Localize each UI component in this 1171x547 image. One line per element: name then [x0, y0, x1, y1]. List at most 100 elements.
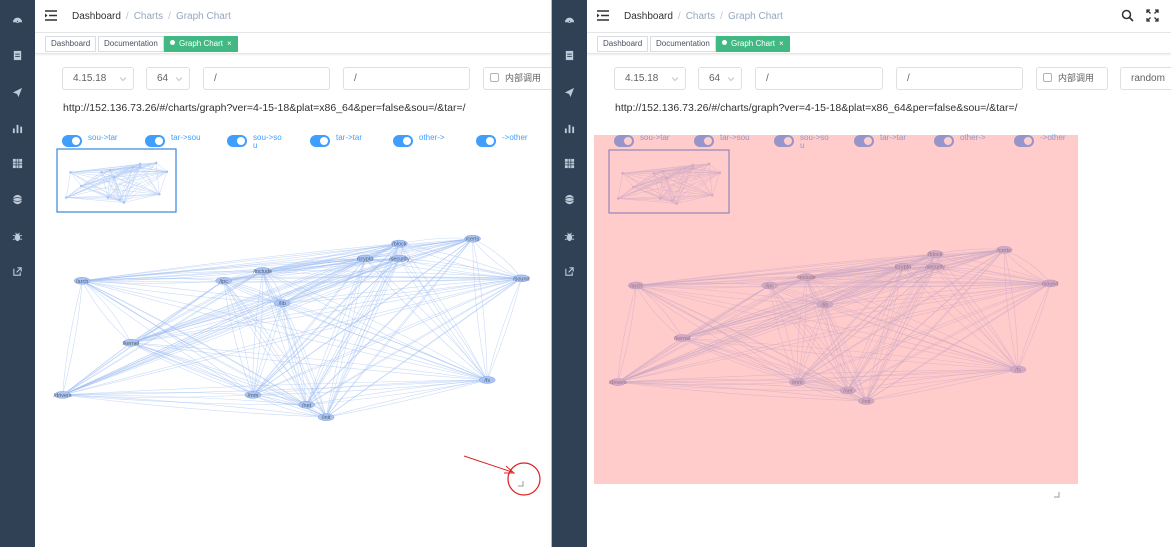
graph-minimap[interactable]	[56, 148, 177, 213]
toggle-label: ->other	[502, 133, 528, 142]
source-input[interactable]: /	[203, 67, 330, 90]
tag-graph-chart[interactable]: Graph Chart ×	[716, 36, 790, 52]
tag-close-icon[interactable]: ×	[779, 39, 784, 48]
fullscreen-icon[interactable]	[1146, 9, 1159, 22]
graph-node[interactable]: /certs	[464, 234, 481, 243]
navbar: Dashboard / Charts / Graph Chart	[587, 0, 1171, 33]
tag-graph-chart[interactable]: Graph Chart ×	[164, 36, 238, 52]
graph-node[interactable]: /sound	[513, 274, 530, 283]
tags-view: Dashboard Documentation Graph Chart ×	[587, 33, 1171, 54]
internal-call-checkbox[interactable]: 内部调用	[1036, 67, 1108, 90]
navbar: Dashboard / Charts / Graph Chart	[35, 0, 551, 33]
platform-value: 64	[157, 73, 169, 84]
chart-icon[interactable]	[563, 122, 575, 134]
resize-handle-icon[interactable]	[1054, 487, 1060, 498]
graph-node[interactable]: /kernel	[123, 339, 140, 347]
graph-edge	[486, 278, 522, 381]
target-input[interactable]: /	[343, 67, 470, 90]
table-icon[interactable]	[563, 157, 575, 169]
tag-documentation[interactable]: Documentation	[98, 36, 164, 52]
guide-icon[interactable]	[563, 86, 575, 98]
graph-node-label: /kernel	[123, 341, 140, 347]
version-value: 4.15.18	[73, 73, 107, 84]
tag-dashboard[interactable]: Dashboard	[45, 36, 97, 52]
breadcrumb-graph-chart: Graph Chart	[727, 11, 783, 22]
tag-label: Graph Chart	[179, 39, 224, 48]
graph-canvas[interactable]: /arch/ipc/include/lib/block/crypto/secur…	[40, 146, 548, 446]
graph-node-label: /mm	[248, 393, 259, 399]
network-icon[interactable]	[11, 193, 23, 205]
bug-icon[interactable]	[563, 230, 575, 242]
breadcrumb: Dashboard / Charts / Graph Chart	[72, 11, 231, 22]
chevron-down-icon	[175, 77, 183, 82]
graph-node-label: /lib	[279, 301, 286, 307]
breadcrumb-dashboard[interactable]: Dashboard	[624, 11, 673, 22]
checkbox-box[interactable]	[490, 73, 499, 82]
breadcrumb-graph-chart: Graph Chart	[175, 11, 231, 22]
dashboard-icon[interactable]	[563, 13, 575, 25]
nav-tools	[1121, 9, 1159, 22]
graph-node[interactable]: /include	[253, 267, 272, 275]
random-button[interactable]: random	[1120, 67, 1171, 90]
minimap-node	[108, 168, 112, 172]
source-input[interactable]: /	[755, 67, 883, 90]
tag-close-icon[interactable]: ×	[227, 39, 232, 48]
graph-node[interactable]: /security	[389, 254, 410, 263]
external-link-icon[interactable]	[563, 265, 575, 277]
breadcrumb-dashboard[interactable]: Dashboard	[72, 11, 121, 22]
guide-icon[interactable]	[11, 86, 23, 98]
platform-select[interactable]: 64	[698, 67, 742, 90]
external-link-icon[interactable]	[11, 265, 23, 277]
graph-node-label: /arch	[76, 279, 88, 285]
graph-node-label: /init	[322, 415, 331, 421]
breadcrumb-charts[interactable]: Charts	[686, 11, 715, 22]
minimap-frame[interactable]	[56, 148, 177, 213]
sidebar	[0, 0, 35, 547]
hamburger-icon[interactable]	[597, 10, 609, 21]
graph-node[interactable]: /crypto	[357, 254, 374, 263]
version-select[interactable]: 4.15.18	[614, 67, 686, 90]
minimap-edge	[155, 162, 160, 195]
graph-node[interactable]: /arch	[73, 277, 91, 285]
internal-call-checkbox[interactable]: 内部调用	[483, 67, 551, 90]
minimap-edge	[159, 171, 167, 195]
breadcrumb-charts[interactable]: Charts	[134, 11, 163, 22]
target-input[interactable]: /	[896, 67, 1023, 90]
graph-node[interactable]: /fs	[478, 376, 496, 385]
search-icon[interactable]	[1121, 9, 1134, 22]
hamburger-icon[interactable]	[45, 10, 57, 21]
graph-node[interactable]: /lib	[273, 299, 291, 308]
graph-node[interactable]: /ipc	[215, 277, 232, 285]
tag-label: Documentation	[104, 39, 158, 48]
annotation-circle	[507, 462, 541, 496]
graph-node[interactable]: /net	[298, 401, 315, 409]
tag-dashboard[interactable]: Dashboard	[597, 36, 649, 52]
documentation-icon[interactable]	[11, 49, 23, 61]
documentation-icon[interactable]	[563, 49, 575, 61]
minimap-node	[69, 170, 72, 174]
bug-icon[interactable]	[11, 230, 23, 242]
dashboard-icon[interactable]	[11, 13, 23, 25]
graph-node[interactable]: /block	[391, 239, 408, 248]
graph-node[interactable]: /drivers	[54, 391, 72, 399]
graph-url: http://152.136.73.26/#/charts/graph?ver=…	[615, 102, 1018, 114]
platform-select[interactable]: 64	[146, 67, 190, 90]
checkbox-box[interactable]	[1043, 73, 1052, 82]
checkbox-label: 内部调用	[505, 73, 542, 83]
minimap-node	[138, 162, 142, 166]
table-icon[interactable]	[11, 157, 23, 169]
chart-icon[interactable]	[11, 122, 23, 134]
graph-edge	[62, 280, 83, 395]
network-icon[interactable]	[563, 193, 575, 205]
checkbox-label: 内部调用	[1058, 73, 1095, 83]
tag-label: Graph Chart	[731, 39, 776, 48]
minimap-edge	[66, 172, 71, 198]
tag-label: Documentation	[656, 39, 710, 48]
graph-edge	[399, 258, 522, 279]
platform-value: 64	[709, 73, 721, 84]
graph-edge	[81, 280, 254, 396]
tags-view: Dashboard Documentation Graph Chart ×	[35, 33, 551, 54]
tag-documentation[interactable]: Documentation	[650, 36, 716, 52]
version-select[interactable]: 4.15.18	[62, 67, 134, 90]
graph-node[interactable]: /init	[317, 413, 335, 422]
